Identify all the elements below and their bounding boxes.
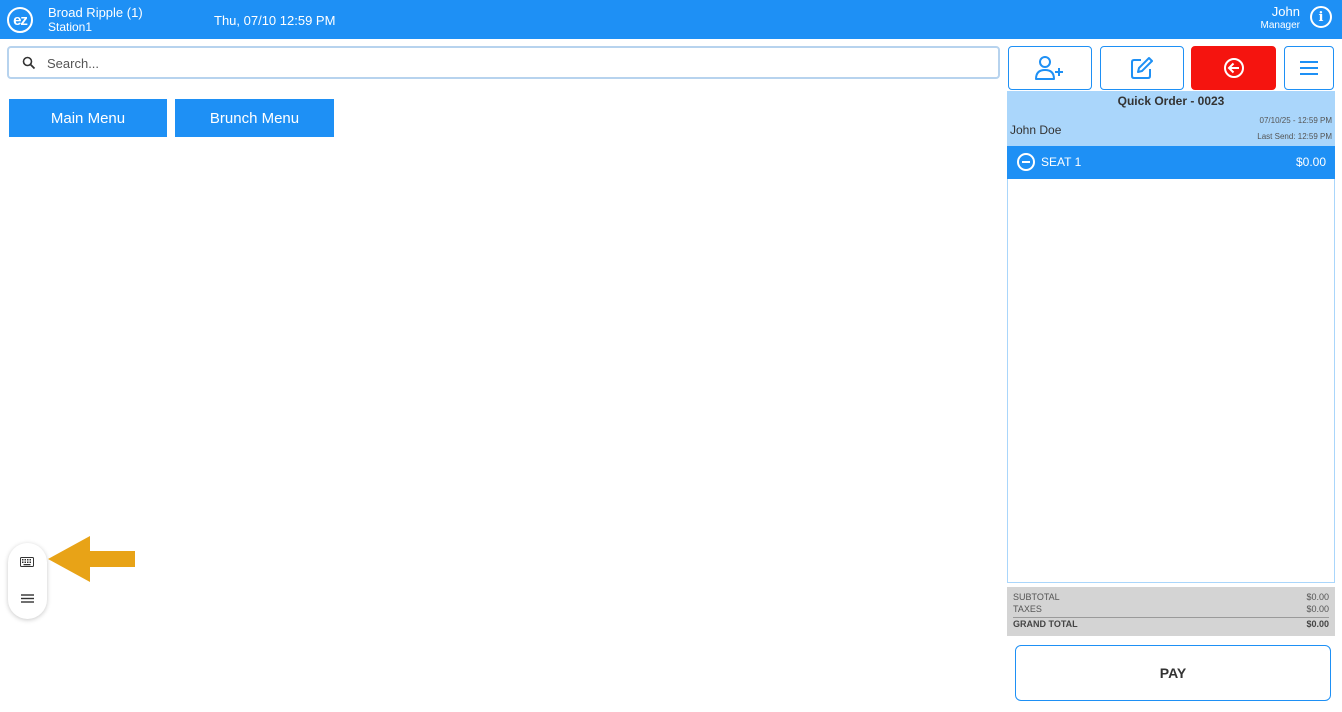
search-bar: [7, 46, 1000, 79]
subtotal-value: $0.00: [1306, 592, 1329, 602]
back-button[interactable]: [1191, 46, 1276, 90]
edit-order-button[interactable]: [1100, 46, 1184, 90]
subtotal-label: SUBTOTAL: [1013, 592, 1060, 602]
seat-total: $0.00: [1295, 155, 1326, 169]
hamburger-icon: [1300, 61, 1318, 75]
top-bar: ez Broad Ripple (1) Station1 Thu, 07/10 …: [0, 0, 1342, 39]
user-role: Manager: [1260, 20, 1300, 31]
ez-logo: ez: [7, 7, 33, 33]
order-items-list: [1007, 179, 1335, 583]
menu-lines-icon[interactable]: [21, 594, 34, 603]
grand-total-value: $0.00: [1306, 619, 1329, 629]
back-arrow-icon: [1223, 58, 1244, 78]
brunch-menu-button[interactable]: Brunch Menu: [175, 99, 334, 137]
totals-panel: SUBTOTAL $0.00 TAXES $0.00 GRAND TOTAL $…: [1007, 587, 1335, 636]
user-plus-icon: [1035, 56, 1063, 80]
collapse-icon[interactable]: [1017, 153, 1035, 171]
taxes-label: TAXES: [1013, 604, 1042, 614]
user-info[interactable]: John Manager: [1261, 5, 1300, 33]
main-menu-button[interactable]: Main Menu: [9, 99, 167, 137]
location-info[interactable]: Broad Ripple (1) Station1: [48, 5, 143, 35]
edit-icon: [1131, 57, 1153, 79]
seat-row[interactable]: SEAT 1 $0.00: [1007, 146, 1335, 179]
order-last-send: Last Send: 12:59 PM: [1257, 132, 1332, 141]
station-name: Station1: [48, 20, 93, 34]
order-date: 07/10/25 - 12:59 PM: [1259, 116, 1333, 125]
user-name: John: [1271, 4, 1300, 19]
location-name: Broad Ripple (1): [48, 5, 143, 20]
search-input[interactable]: [47, 53, 977, 73]
annotation-arrow-icon: [48, 536, 135, 582]
menu-button[interactable]: [1284, 46, 1334, 90]
order-title: Quick Order - 0023: [1117, 94, 1225, 108]
keyboard-icon[interactable]: [20, 557, 34, 567]
taxes-row: TAXES $0.00: [1013, 604, 1329, 614]
info-icon[interactable]: i: [1310, 6, 1332, 28]
grand-total-label: GRAND TOTAL: [1013, 619, 1078, 629]
floating-toolbar: [8, 543, 47, 619]
search-icon: [22, 56, 36, 70]
subtotal-row: SUBTOTAL $0.00: [1013, 592, 1329, 602]
taxes-value: $0.00: [1306, 604, 1329, 614]
pay-button[interactable]: PAY: [1015, 645, 1331, 701]
order-customer[interactable]: John Doe: [1010, 123, 1061, 137]
grand-total-row: GRAND TOTAL $0.00: [1013, 617, 1329, 629]
seat-label: SEAT 1: [1041, 155, 1082, 169]
add-customer-button[interactable]: [1008, 46, 1092, 90]
current-datetime: Thu, 07/10 12:59 PM: [214, 13, 336, 28]
order-header: Quick Order - 0023 John Doe 07/10/25 - 1…: [1007, 91, 1335, 146]
